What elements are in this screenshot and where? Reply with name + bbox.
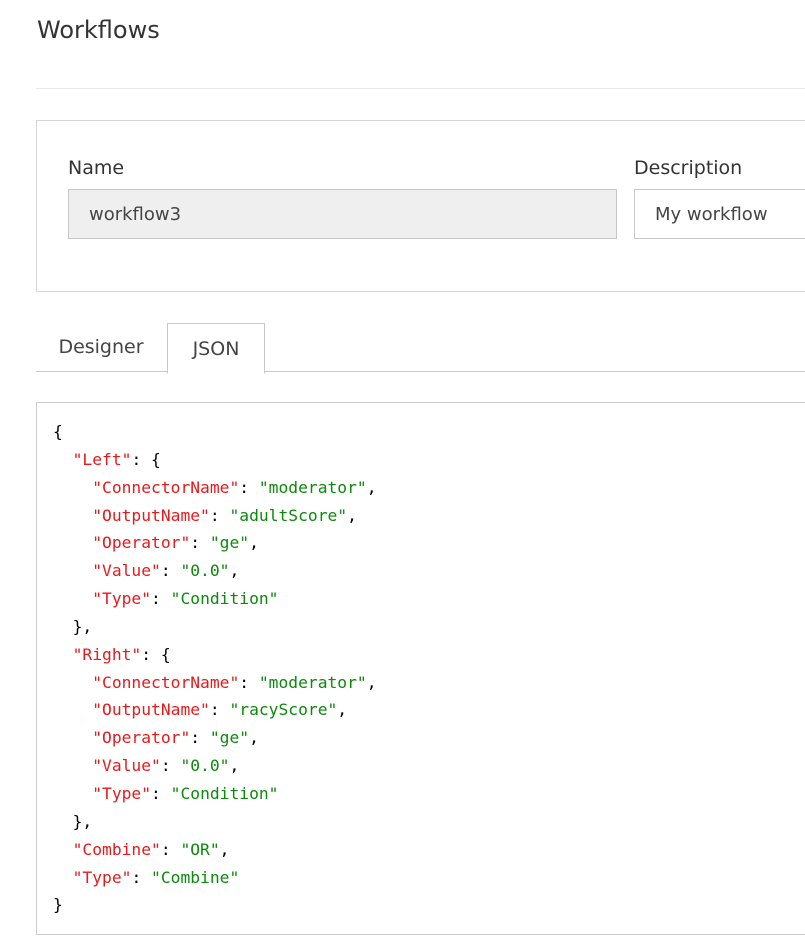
json-punctuation: , — [219, 839, 230, 859]
json-punctuation: , — [249, 728, 259, 748]
code-line: "OutputName": "adultScore", — [53, 506, 357, 525]
json-string-token: "OR" — [180, 839, 220, 859]
code-line: "Combine": "OR", — [53, 839, 230, 859]
json-key-token: "Type" — [92, 589, 152, 609]
page-title: Workflows — [37, 16, 160, 44]
json-punctuation: , — [229, 561, 240, 581]
code-line: "ConnectorName": "moderator", — [53, 672, 377, 692]
json-punctuation: : — [160, 756, 181, 776]
code-line: } — [53, 895, 63, 914]
json-punctuation — [53, 506, 92, 525]
json-punctuation — [53, 533, 92, 552]
json-code[interactable]: { "Left": { "ConnectorName": "moderator"… — [53, 418, 377, 919]
json-punctuation — [53, 561, 92, 580]
description-label: Description — [634, 157, 743, 179]
json-punctuation — [53, 478, 92, 497]
json-punctuation: } — [53, 895, 63, 915]
editor-tab-bar: Designer JSON — [36, 322, 805, 374]
code-line: }, — [53, 616, 93, 636]
json-punctuation: { — [53, 422, 63, 441]
code-line: { — [53, 422, 63, 441]
json-punctuation: : — [160, 839, 181, 859]
code-line: "Operator": "ge", — [53, 533, 259, 552]
json-key-token: "Type" — [92, 783, 152, 803]
json-key-token: "ConnectorName" — [92, 477, 240, 497]
code-line: "Operator": "ge", — [53, 728, 259, 747]
json-key-token: "OutputName" — [92, 505, 210, 525]
json-key-token: "OutputName" — [92, 700, 210, 720]
json-punctuation: : — [190, 533, 210, 553]
json-punctuation: : — [239, 477, 259, 497]
json-punctuation: , — [249, 533, 259, 553]
json-punctuation — [53, 868, 73, 887]
json-punctuation: : — [239, 672, 259, 692]
code-line: "Type": "Combine" — [53, 867, 240, 887]
json-punctuation: : { — [141, 644, 171, 664]
json-key-token: "Operator" — [92, 533, 191, 553]
json-punctuation — [53, 673, 92, 692]
json-key-token: "Value" — [92, 756, 161, 776]
code-line: "Right": { — [53, 645, 171, 664]
json-punctuation — [53, 756, 92, 775]
json-key-token: "Type" — [72, 867, 132, 887]
code-line: "ConnectorName": "moderator", — [53, 477, 377, 497]
code-line: "Left": { — [53, 450, 161, 469]
json-string-token: "adultScore" — [229, 505, 348, 525]
json-key-token: "Left" — [72, 449, 132, 469]
json-punctuation — [53, 728, 92, 747]
json-punctuation: : — [209, 505, 230, 525]
json-punctuation — [53, 784, 92, 803]
json-punctuation — [53, 645, 73, 664]
json-string-token: "ge" — [209, 533, 250, 553]
code-line: "Type": "Condition" — [53, 589, 278, 608]
name-label: Name — [68, 157, 125, 179]
json-key-token: "Combine" — [72, 839, 161, 859]
code-line: "Type": "Condition" — [53, 784, 278, 803]
tab-designer[interactable]: Designer — [36, 322, 166, 372]
json-punctuation: , — [347, 505, 357, 525]
json-punctuation: : — [190, 728, 210, 748]
json-punctuation: , — [366, 672, 377, 692]
json-string-token: "Condition" — [170, 783, 279, 803]
json-punctuation — [53, 450, 73, 469]
json-key-token: "Right" — [72, 644, 142, 664]
json-punctuation: , — [366, 477, 377, 497]
json-key-token: "Operator" — [92, 728, 191, 748]
json-punctuation — [53, 589, 92, 608]
json-punctuation: , — [337, 700, 348, 720]
code-line: "Value": "0.0", — [53, 756, 239, 775]
json-punctuation: : — [209, 700, 230, 720]
json-punctuation: : — [151, 589, 171, 609]
description-input[interactable] — [634, 189, 805, 239]
json-string-token: "racyScore" — [229, 700, 338, 720]
json-string-token: "moderator" — [258, 477, 367, 497]
json-key-token: "ConnectorName" — [92, 672, 240, 692]
json-punctuation: , — [229, 756, 240, 776]
json-punctuation — [53, 840, 73, 859]
json-string-token: "0.0" — [180, 756, 230, 776]
json-string-token: "Combine" — [151, 867, 240, 887]
json-punctuation: }, — [53, 811, 93, 831]
title-divider — [36, 88, 805, 89]
code-line: "Value": "0.0", — [53, 561, 239, 580]
json-string-token: "0.0" — [180, 561, 230, 581]
name-input[interactable] — [68, 189, 617, 239]
tab-json[interactable]: JSON — [167, 323, 265, 374]
json-string-token: "moderator" — [258, 672, 367, 692]
json-punctuation: : — [160, 561, 181, 581]
json-string-token: "Condition" — [170, 589, 279, 609]
json-punctuation — [53, 700, 92, 719]
json-punctuation: : { — [131, 449, 161, 469]
json-punctuation: }, — [53, 616, 93, 636]
json-key-token: "Value" — [92, 561, 161, 581]
json-string-token: "ge" — [209, 728, 250, 748]
json-punctuation: : — [131, 867, 152, 887]
code-line: }, — [53, 811, 93, 831]
code-line: "OutputName": "racyScore", — [53, 700, 347, 719]
json-punctuation: : — [151, 783, 171, 803]
